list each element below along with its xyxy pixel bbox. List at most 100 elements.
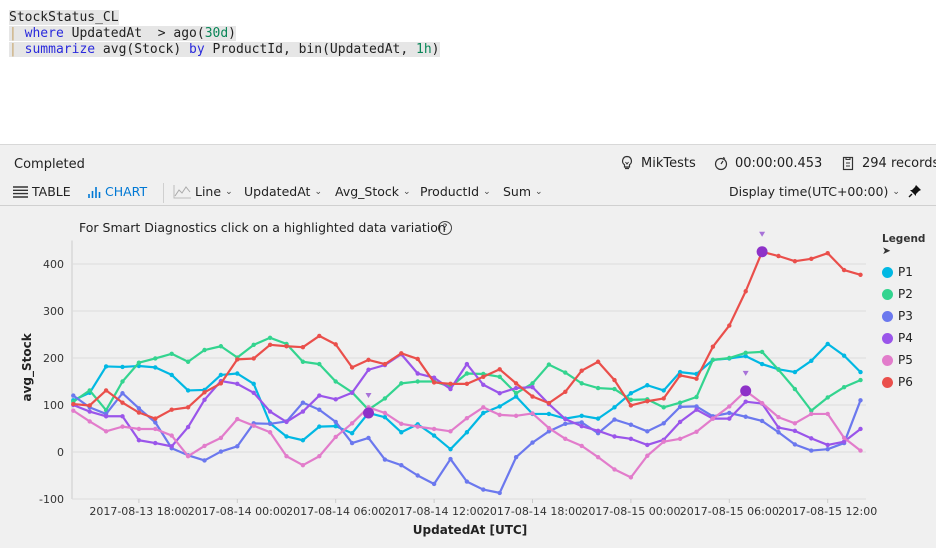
data-point xyxy=(153,426,158,432)
data-point xyxy=(809,256,814,262)
chart-type-label: Line xyxy=(195,184,222,199)
data-point xyxy=(743,289,748,294)
pin-button[interactable] xyxy=(908,184,922,198)
data-point xyxy=(333,342,338,347)
data-point xyxy=(87,419,92,424)
legend-item-p1[interactable]: P1 xyxy=(882,261,936,283)
data-point xyxy=(497,404,502,409)
data-point xyxy=(677,373,683,378)
data-point xyxy=(497,391,502,396)
chart-tab[interactable]: CHART xyxy=(88,184,147,199)
query-token: ProductId, bin(UpdatedAt, xyxy=(204,42,417,57)
chart-tab-label: CHART xyxy=(105,184,148,199)
anomaly-marker[interactable] xyxy=(740,385,752,397)
legend-item-p2[interactable]: P2 xyxy=(882,283,936,305)
data-point xyxy=(645,442,650,448)
data-point xyxy=(628,391,634,396)
data-point xyxy=(71,393,76,398)
anomaly-marker[interactable] xyxy=(363,407,374,419)
data-point xyxy=(825,395,830,400)
data-point xyxy=(464,430,470,435)
data-point xyxy=(694,407,699,412)
data-point xyxy=(251,356,256,361)
data-point xyxy=(825,442,830,448)
display-time-label: Display time(UTC+00:00) xyxy=(729,184,889,199)
data-point xyxy=(218,344,224,349)
legend-item-p6[interactable]: P6 xyxy=(882,371,936,393)
anomaly-indicator-icon xyxy=(742,370,749,376)
query-line[interactable]: | summarize avg(Stock) by ProductId, bin… xyxy=(0,42,936,58)
data-point xyxy=(677,419,683,425)
data-point xyxy=(349,440,355,446)
duration: 00:00:00.453 xyxy=(713,155,822,171)
data-point xyxy=(776,367,781,372)
legend-item-p4[interactable]: P4 xyxy=(882,327,936,349)
data-point xyxy=(448,429,453,434)
query-line[interactable]: | where UpdatedAt > ago(30d) xyxy=(0,26,936,42)
data-point xyxy=(612,386,617,392)
chevron-down-icon: ⌄ xyxy=(483,186,491,197)
data-point xyxy=(431,380,437,385)
display-time-dropdown[interactable]: Display time(UTC+00:00) ⌄ xyxy=(729,184,900,199)
data-point xyxy=(120,400,125,405)
query-token: where xyxy=(24,26,64,41)
legend-title[interactable]: Legend ➤ xyxy=(882,233,936,257)
data-point xyxy=(317,393,322,398)
data-point xyxy=(218,435,224,441)
data-point xyxy=(677,436,683,442)
legend-label: P6 xyxy=(898,375,913,389)
data-point xyxy=(317,407,322,412)
data-point xyxy=(267,430,273,435)
data-point xyxy=(382,361,388,367)
data-point xyxy=(284,454,289,459)
data-point xyxy=(120,379,125,384)
lightbulb-icon xyxy=(621,155,633,170)
data-point xyxy=(431,433,437,438)
pin-icon xyxy=(908,185,921,198)
x-column-dropdown[interactable]: UpdatedAt ⌄ xyxy=(244,184,322,199)
data-point xyxy=(563,370,568,375)
data-point xyxy=(841,384,847,390)
data-point xyxy=(825,411,830,417)
data-point xyxy=(349,431,355,436)
data-point xyxy=(727,404,732,409)
chart-type-dropdown[interactable]: Line ⌄ xyxy=(173,184,233,199)
query-editor[interactable]: StockStatus_CL | where UpdatedAt > ago(30… xyxy=(0,0,936,145)
chevron-down-icon: ⌄ xyxy=(535,186,543,197)
data-point xyxy=(710,344,716,349)
query-line[interactable]: StockStatus_CL xyxy=(0,10,936,26)
data-point xyxy=(513,454,519,460)
table-tab[interactable]: TABLE xyxy=(13,184,71,199)
anomaly-marker[interactable] xyxy=(756,246,768,258)
data-point xyxy=(612,434,617,439)
data-point xyxy=(267,335,273,340)
data-point xyxy=(513,385,519,391)
x-column-label: UpdatedAt xyxy=(244,184,311,199)
data-point xyxy=(120,414,125,419)
data-point xyxy=(218,381,224,386)
data-point xyxy=(841,353,847,358)
line-chart: -10001002003004002017-08-13 18:00 2017-08… xyxy=(20,231,877,537)
y-tick-label: -100 xyxy=(39,493,64,506)
data-point xyxy=(448,446,453,452)
data-point xyxy=(153,440,158,446)
aggregation-dropdown[interactable]: Sum ⌄ xyxy=(503,184,543,199)
clipboard-icon xyxy=(842,156,854,171)
data-point xyxy=(153,356,158,361)
split-by-dropdown[interactable]: ProductId ⌄ xyxy=(420,184,491,199)
x-tick-label: 2017-08-15 00:00 xyxy=(581,505,680,518)
legend-item-p3[interactable]: P3 xyxy=(882,305,936,327)
data-point xyxy=(497,374,502,379)
y-column-dropdown[interactable]: Avg_Stock ⌄ xyxy=(335,184,411,199)
legend-item-p5[interactable]: P5 xyxy=(882,349,936,371)
legend: Legend ➤ P1 P2 P3 P4 P5 P6 xyxy=(882,233,936,393)
data-point xyxy=(743,414,748,419)
data-point xyxy=(759,361,765,367)
data-point xyxy=(546,400,552,406)
data-point xyxy=(776,430,781,435)
data-point xyxy=(218,372,224,378)
query-token: StockStatus_CL xyxy=(9,10,119,25)
data-point xyxy=(300,359,306,364)
line-chart-icon xyxy=(173,184,191,198)
data-point xyxy=(415,379,420,384)
